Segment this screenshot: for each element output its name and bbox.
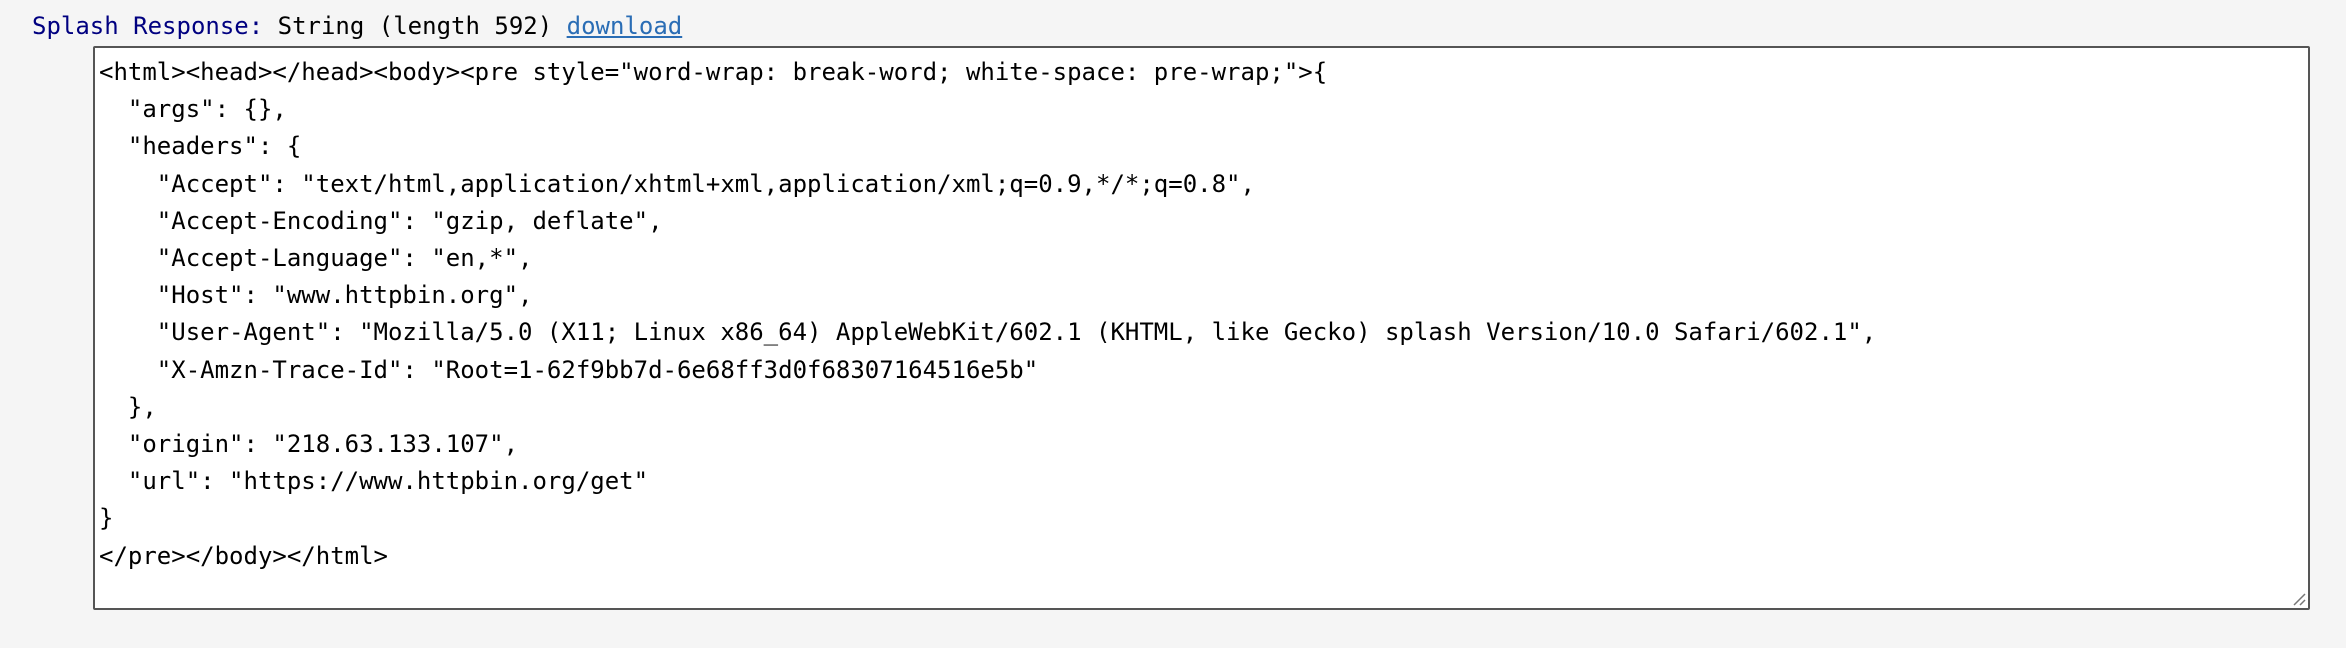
resize-grip-icon[interactable] (2290, 590, 2306, 606)
response-content[interactable]: <html><head></head><body><pre style="wor… (99, 54, 2304, 575)
response-textarea[interactable]: <html><head></head><body><pre style="wor… (93, 46, 2310, 610)
response-header: Splash Response: String (length 592) dow… (32, 8, 682, 44)
response-type-info: String (length 592) (263, 12, 567, 40)
response-label: Splash Response: (32, 12, 264, 40)
download-link[interactable]: download (567, 12, 683, 40)
